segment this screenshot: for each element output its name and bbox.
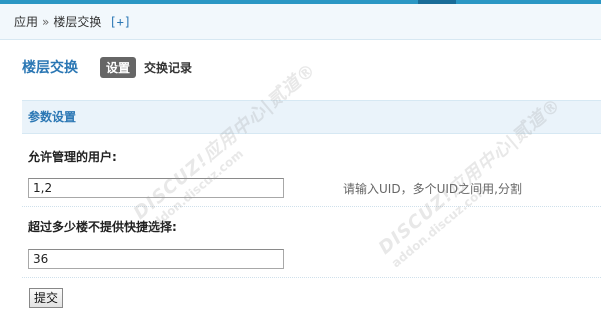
allowed-users-label: 允许管理的用户: [28,150,117,164]
floor-limit-label: 超过多少楼不提供快捷选择: [28,220,177,234]
breadcrumb-current: 楼层交换 [53,15,102,29]
allowed-users-input[interactable] [28,178,284,198]
tab-exchange-log[interactable]: 交换记录 [144,59,192,76]
watermark-logo: DISCUZ!应用中心|贰道® addon.discuz.com [127,56,330,235]
allowed-users-hint: 请输入UID，多个UID之间用,分割 [343,182,522,196]
breadcrumb: 应用 » 楼层交换 [+] [0,4,601,40]
submit-button[interactable]: 提交 [29,288,64,308]
row-divider [22,206,601,208]
floor-limit-input[interactable] [28,249,284,269]
page-header: 楼层交换 设置 交换记录 [22,56,192,78]
page-title: 楼层交换 [22,60,78,76]
add-shortcut-button[interactable]: [+] [109,15,131,29]
breadcrumb-separator: » [42,15,50,29]
watermark-brand: DISCUZ!应用中心|贰道® [129,59,321,224]
row-divider [22,277,601,279]
section-title: 参数设置 [22,100,601,134]
breadcrumb-root-link[interactable]: 应用 [14,15,38,29]
tab-settings[interactable]: 设置 [100,56,137,78]
